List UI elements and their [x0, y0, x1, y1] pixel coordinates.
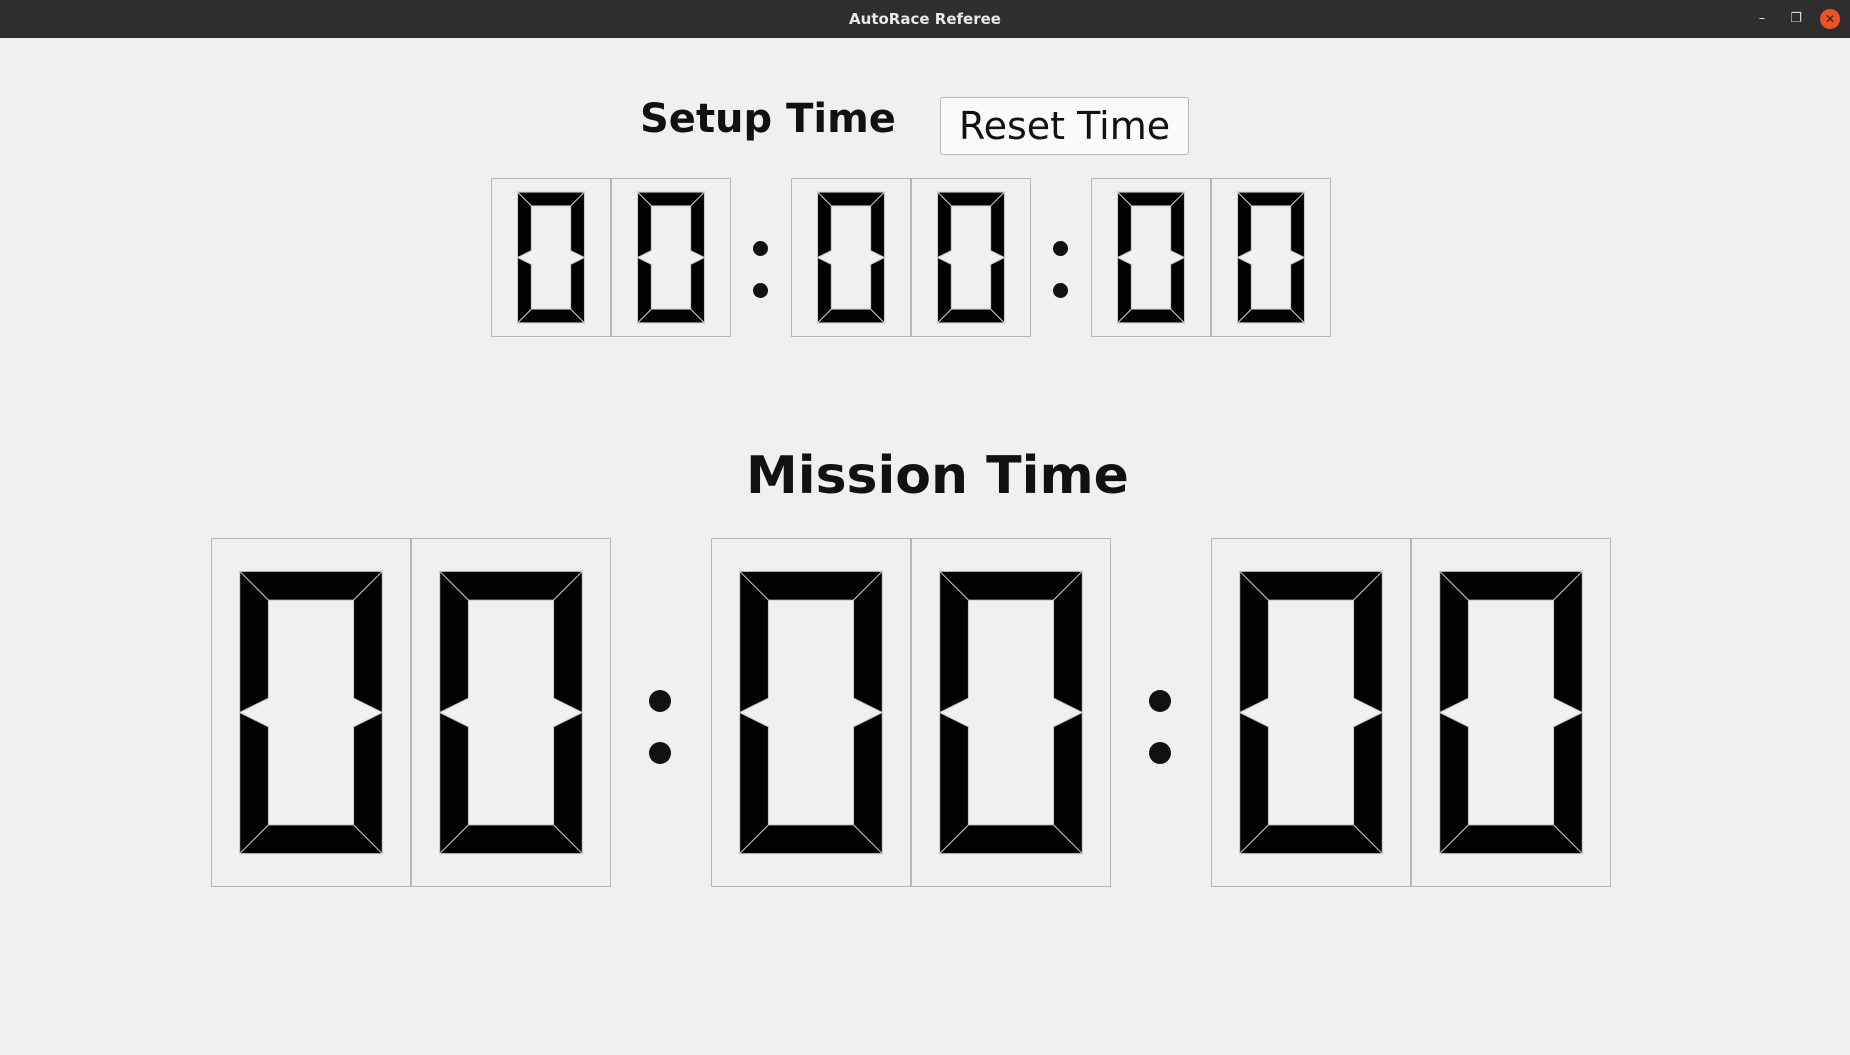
- title-bar[interactable]: AutoRace Referee – ❐ ✕: [0, 0, 1850, 39]
- main-content: Setup Time Reset Time Mission Time: [0, 38, 1850, 1055]
- mission-time-digit: [1211, 538, 1411, 887]
- mission-time-digit-glyph: [238, 570, 384, 855]
- setup-time-digit: [1211, 178, 1331, 337]
- mission-time-digit: [211, 538, 411, 887]
- setup-time-digit: [491, 178, 611, 337]
- mission-time-digit: [711, 538, 911, 887]
- reset-time-button[interactable]: Reset Time: [940, 97, 1189, 155]
- mission-time-digit-glyph: [1438, 570, 1584, 855]
- mission-time-digit: [1411, 538, 1611, 887]
- mission-time-digit-glyph: [1238, 570, 1384, 855]
- setup-time-heading: Setup Time: [640, 96, 896, 142]
- setup-time-colon-dot: [752, 282, 768, 298]
- close-button[interactable]: ✕: [1820, 9, 1840, 29]
- setup-time-digit-glyph: [636, 190, 706, 325]
- setup-time-colon-dot: [752, 240, 768, 256]
- mission-time-colon-dot: [649, 690, 671, 712]
- mission-time-colon-dot: [1149, 690, 1171, 712]
- setup-time-digit-glyph: [816, 190, 886, 325]
- mission-time-digit-glyph: [438, 570, 584, 855]
- setup-time-digit: [611, 178, 731, 337]
- mission-time-digit-glyph: [938, 570, 1084, 855]
- setup-time-digit-glyph: [1236, 190, 1306, 325]
- mission-time-heading: Mission Time: [746, 446, 1129, 506]
- mission-time-colon-dot: [1149, 742, 1171, 764]
- window-title: AutoRace Referee: [849, 10, 1001, 28]
- setup-time-digit: [791, 178, 911, 337]
- setup-time-digit-glyph: [1116, 190, 1186, 325]
- mission-time-digit: [411, 538, 611, 887]
- setup-time-digit: [911, 178, 1031, 337]
- app-window: AutoRace Referee – ❐ ✕ Setup Time Reset …: [0, 0, 1850, 1055]
- mission-time-digit-glyph: [738, 570, 884, 855]
- minimize-button[interactable]: –: [1752, 9, 1772, 29]
- setup-time-digit-glyph: [516, 190, 586, 325]
- mission-time-digit: [911, 538, 1111, 887]
- maximize-button[interactable]: ❐: [1786, 9, 1806, 29]
- mission-time-colon-dot: [649, 742, 671, 764]
- setup-time-digit-glyph: [936, 190, 1006, 325]
- setup-time-digit: [1091, 178, 1211, 337]
- setup-time-colon-dot: [1052, 282, 1068, 298]
- setup-time-colon-dot: [1052, 240, 1068, 256]
